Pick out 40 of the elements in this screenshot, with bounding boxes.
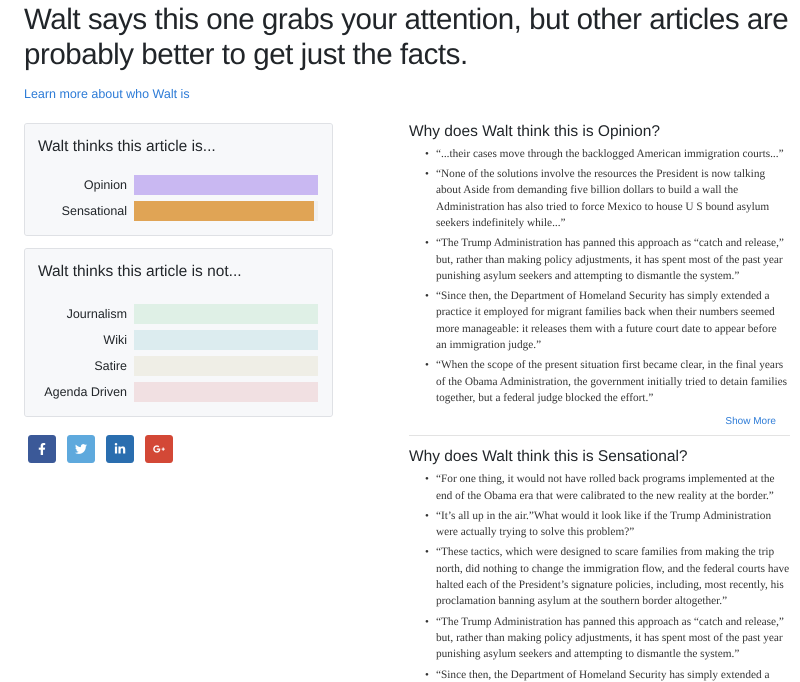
bullet-marker: • [425,289,430,304]
card-title: Walt thinks this article is not... [38,262,243,281]
quote-text: “It’s all up in the air.”What would it look like if the Trump Administration were actually trying to solve this problem?” [436,508,772,540]
bar-label: Sensational [60,204,127,218]
bullet-marker: • [425,545,430,560]
quote-text: “Since then, the Department of Homeland Security has simply extended a [436,668,770,682]
bird-icon [75,442,87,455]
headline: Walt says this one grabs your attention, but other articles are probably better to get just the facts. [24,2,790,73]
show-more-link[interactable]: Show More [409,416,776,428]
google-plus-icon [153,442,165,455]
quote-text: “The Trump Administration has panned this approach as “catch and release,” but, rather than making policy adjustments, it has spent most of the past year punishing asylum seekers and attempting to dismantle the system.” [436,236,785,284]
card-title: Walt thinks this article is... [38,138,217,156]
section-heading: Why does Walt think this is Opinion? [409,122,661,141]
bar-label: Satire [93,358,127,373]
bullet-marker: • [425,146,430,162]
bar-label: Agenda Driven [43,384,127,399]
bar-label: Journalism [66,306,127,321]
share-button[interactable] [28,434,56,463]
bullet-marker: • [425,614,430,630]
facebook-icon [36,442,48,455]
bar-label: Opinion [82,178,127,192]
bullet-marker: • [425,236,430,252]
bullet-marker: • [425,472,430,488]
quote-text: “When the scope of the present situation first became clear, in the final years of the Obama Administration, the government initially tried to detain families together, but a federal judge blocked the effort.” [436,358,788,406]
quote-text: “These tactics, which were designed to scare families from making the trip north, did nothing to change the immigration flow, and the federal courts have halted each of the President’s signature policies, including, most recently, his proclamation banning asylum at the southern border altogether.” [436,545,790,610]
quote-text: “...their cases move through the backlogged American immigration courts...” [436,146,785,162]
bullet-marker: • [425,508,430,524]
linkedin-icon [114,442,126,455]
section-heading: Why does Walt think this is Sensational? [409,448,689,466]
bullet-marker: • [425,167,430,182]
share-button[interactable] [145,434,173,463]
learn-more-link[interactable]: Learn more about who Walt is [24,86,190,101]
share-button[interactable] [106,434,134,463]
quote-text: “None of the solutions involve the resources the President is now talking about Aside from demanding five billion dollars to build a wall the Administration has also tried to force Mexico to house U S bound asylum seekers indefinitely while...” [436,167,770,231]
quote-text: “The Trump Administration has panned this approach as “catch and release,” but, rather than making policy adjustments, it has spent most of the past year punishing asylum seekers and attempting to dismantle the system.” [436,614,785,662]
quote-text: “For one thing, it would not have rolled back programs implemented at the end of the Obama era that were calibrated to the new reality at the border.” [436,472,776,504]
bullet-marker: • [425,358,430,374]
quote-text: “Since then, the Department of Homeland Security has simply extended a practice it employed for migrant families back when their numbers seemed more manageable: it releases them with a future court date to appear before an immigration judge.” [436,289,778,354]
bullet-marker: • [425,668,430,682]
bar-label: Wiki [102,332,127,347]
